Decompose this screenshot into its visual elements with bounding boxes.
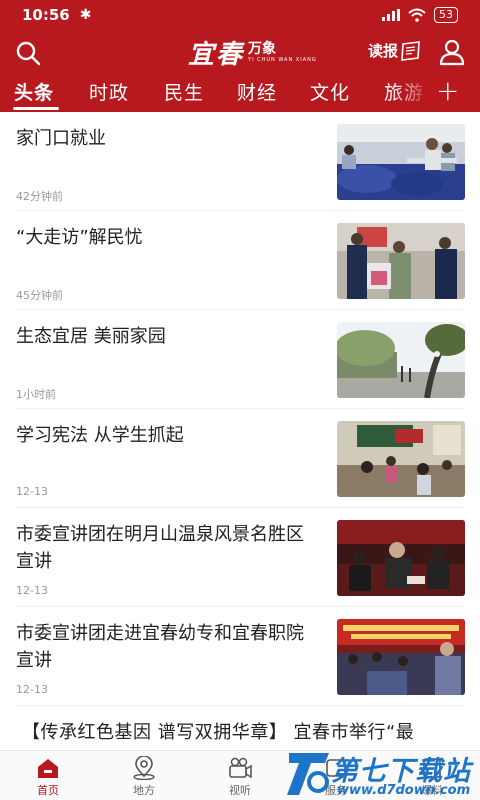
news-thumbnail bbox=[337, 223, 465, 299]
category-tabs: 头条 时政 民生 财经 文化 旅游 + bbox=[0, 72, 480, 112]
search-icon[interactable] bbox=[14, 39, 42, 67]
news-title: “大走访”解民忧 bbox=[16, 227, 143, 248]
nav-local[interactable]: 地方 bbox=[114, 751, 174, 800]
news-title-partial[interactable]: 【传承红色基因 谱写双拥华章】 宜春市举行“最 bbox=[22, 718, 414, 744]
news-item[interactable]: “大走访”解民忧 45分钟前 bbox=[0, 211, 480, 310]
location-icon bbox=[133, 756, 155, 780]
app-header: 10:56 ✱ 53 宜春 万象 YI CHUN WAN XIANG 读报 头条… bbox=[0, 0, 480, 112]
nav-local-label: 地方 bbox=[133, 784, 155, 797]
news-feed: 家门口就业 42分钟前 “大走访”解民忧 45分钟前 生态宜居 美丽家园 1小时… bbox=[0, 112, 480, 750]
newspaper-icon bbox=[401, 40, 420, 61]
watermark-url: www.d7down.com bbox=[337, 783, 471, 798]
news-time: 12-13 bbox=[16, 584, 48, 597]
news-time: 12-13 bbox=[16, 683, 48, 696]
logo-side-text: 万象 bbox=[248, 41, 277, 57]
news-item[interactable]: 家门口就业 42分钟前 bbox=[0, 112, 480, 211]
add-tab-button[interactable]: + bbox=[436, 74, 459, 107]
news-item[interactable]: 市委宣讲团在明月山温泉风景名胜区宣讲 12-13 bbox=[0, 508, 480, 607]
app-logo: 宜春 万象 YI CHUN WAN XIANG bbox=[188, 34, 317, 71]
wifi-icon bbox=[408, 8, 426, 22]
news-item[interactable]: 生态宜居 美丽家园 1小时前 bbox=[0, 310, 480, 409]
news-title: 市委宣讲团在明月山温泉风景名胜区宣讲 bbox=[16, 524, 304, 572]
nav-media[interactable]: 视听 bbox=[210, 751, 270, 800]
signal-icon bbox=[382, 9, 400, 21]
news-thumbnail bbox=[337, 322, 465, 398]
news-time: 45分钟前 bbox=[16, 289, 63, 302]
news-item[interactable]: 市委宣讲团走进宜春幼专和宜春职院宣讲 12-13 bbox=[0, 607, 480, 706]
tab-politics[interactable]: 时政 bbox=[89, 78, 129, 105]
video-icon bbox=[229, 757, 252, 779]
nav-home[interactable]: 首页 bbox=[18, 751, 78, 800]
news-thumbnail bbox=[337, 619, 465, 695]
separator bbox=[16, 705, 464, 706]
nav-media-label: 视听 bbox=[229, 784, 251, 797]
top-bar: 宜春 万象 YI CHUN WAN XIANG 读报 bbox=[0, 30, 480, 72]
news-title: 市委宣讲团走进宜春幼专和宜春职院宣讲 bbox=[16, 623, 304, 671]
home-icon bbox=[38, 759, 58, 778]
news-title: 生态宜居 美丽家园 bbox=[16, 326, 166, 347]
news-thumbnail bbox=[337, 124, 465, 200]
read-paper-label: 读报 bbox=[368, 42, 399, 60]
watermark: 第七下载站 www.d7down.com bbox=[285, 747, 480, 800]
news-item[interactable]: 学习宪法 从学生抓起 12-13 bbox=[0, 409, 480, 508]
tab-fade bbox=[392, 72, 432, 112]
news-title: 家门口就业 bbox=[16, 128, 106, 149]
tab-finance[interactable]: 财经 bbox=[237, 78, 277, 105]
news-time: 12-13 bbox=[16, 485, 48, 498]
news-time: 1小时前 bbox=[16, 388, 56, 401]
tab-headlines[interactable]: 头条 bbox=[14, 78, 54, 105]
watermark-logo-icon bbox=[287, 753, 329, 795]
user-icon[interactable] bbox=[438, 38, 466, 66]
news-thumbnail bbox=[337, 421, 465, 497]
news-title: 学习宪法 从学生抓起 bbox=[16, 425, 184, 446]
news-time: 42分钟前 bbox=[16, 190, 63, 203]
bluetooth-icon: ✱ bbox=[79, 7, 92, 23]
status-time: 10:56 bbox=[22, 6, 70, 24]
news-thumbnail bbox=[337, 520, 465, 596]
logo-side: 万象 YI CHUN WAN XIANG bbox=[248, 42, 317, 63]
tab-culture[interactable]: 文化 bbox=[310, 78, 350, 105]
logo-main-text: 宜春 bbox=[188, 40, 245, 70]
nav-home-label: 首页 bbox=[37, 784, 59, 797]
status-bar: 10:56 ✱ 53 bbox=[0, 0, 480, 30]
read-paper-button[interactable]: 读报 bbox=[368, 40, 422, 61]
tab-livelihood[interactable]: 民生 bbox=[164, 78, 204, 105]
battery-indicator: 53 bbox=[434, 7, 458, 23]
logo-tiny-text: YI CHUN WAN XIANG bbox=[248, 57, 317, 63]
status-icons: 53 bbox=[382, 7, 458, 23]
active-tab-indicator bbox=[13, 107, 59, 110]
